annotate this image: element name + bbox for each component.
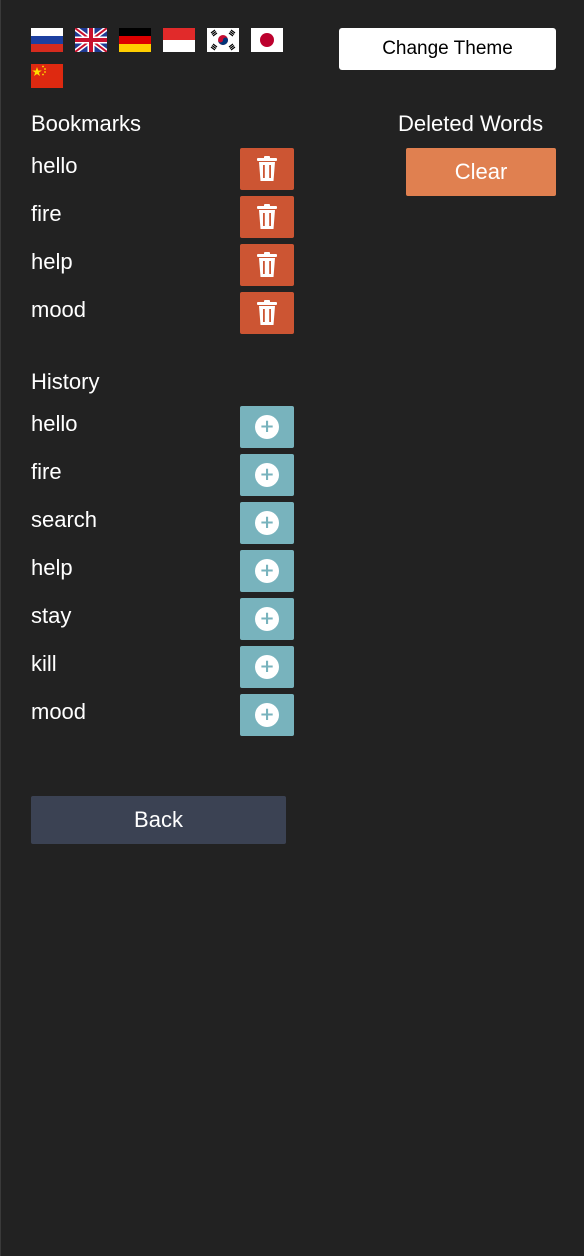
bookmarks-title: Bookmarks: [31, 111, 142, 136]
deleted-words-title: Deleted Words: [398, 111, 544, 136]
plus-circle-icon: +: [255, 655, 279, 679]
add-bookmark-button[interactable]: +: [240, 550, 294, 592]
plus-circle-icon: +: [255, 463, 279, 487]
flag-indonesia[interactable]: [163, 28, 195, 52]
plus-circle-icon: +: [255, 607, 279, 631]
delete-bookmark-button[interactable]: [240, 148, 294, 190]
clear-deleted-button[interactable]: Clear: [406, 148, 556, 196]
plus-circle-icon: +: [255, 703, 279, 727]
flag-japan[interactable]: [251, 28, 283, 52]
history-word: kill: [31, 651, 57, 676]
delete-bookmark-button[interactable]: [240, 292, 294, 334]
trash-icon: [257, 252, 277, 277]
back-button[interactable]: Back: [31, 796, 286, 844]
bookmark-word-fire: fire: [31, 201, 62, 226]
trash-icon: [257, 156, 277, 181]
add-bookmark-button[interactable]: +: [240, 646, 294, 688]
flag-south-korea[interactable]: [207, 28, 239, 52]
add-bookmark-button[interactable]: +: [240, 454, 294, 496]
plus-circle-icon: +: [255, 511, 279, 535]
flag-china[interactable]: [31, 64, 63, 88]
add-bookmark-button[interactable]: +: [240, 694, 294, 736]
plus-circle-icon: +: [255, 415, 279, 439]
window-edge: [0, 0, 1, 1256]
trash-icon: [257, 204, 277, 229]
add-bookmark-button[interactable]: +: [240, 502, 294, 544]
history-word: hello: [31, 411, 78, 436]
delete-bookmark-button[interactable]: [240, 196, 294, 238]
add-bookmark-button[interactable]: +: [240, 598, 294, 640]
history-title: History: [31, 369, 100, 394]
delete-bookmark-button[interactable]: [240, 244, 294, 286]
add-bookmark-button[interactable]: +: [240, 406, 294, 448]
bookmark-word-help: help: [31, 249, 73, 274]
flag-germany[interactable]: [119, 28, 151, 52]
bookmark-word-mood: mood: [31, 297, 87, 322]
history-word: stay: [31, 603, 72, 628]
history-word: fire: [31, 459, 62, 484]
flag-united-kingdom[interactable]: [75, 28, 107, 52]
plus-circle-icon: +: [255, 559, 279, 583]
bookmark-word-hello: hello: [31, 153, 78, 178]
change-theme-button[interactable]: Change Theme: [339, 28, 556, 70]
history-word: search: [31, 507, 98, 532]
flag-russia[interactable]: [31, 28, 63, 52]
history-word: mood: [31, 699, 87, 724]
trash-icon: [257, 300, 277, 325]
history-word: help: [31, 555, 73, 580]
